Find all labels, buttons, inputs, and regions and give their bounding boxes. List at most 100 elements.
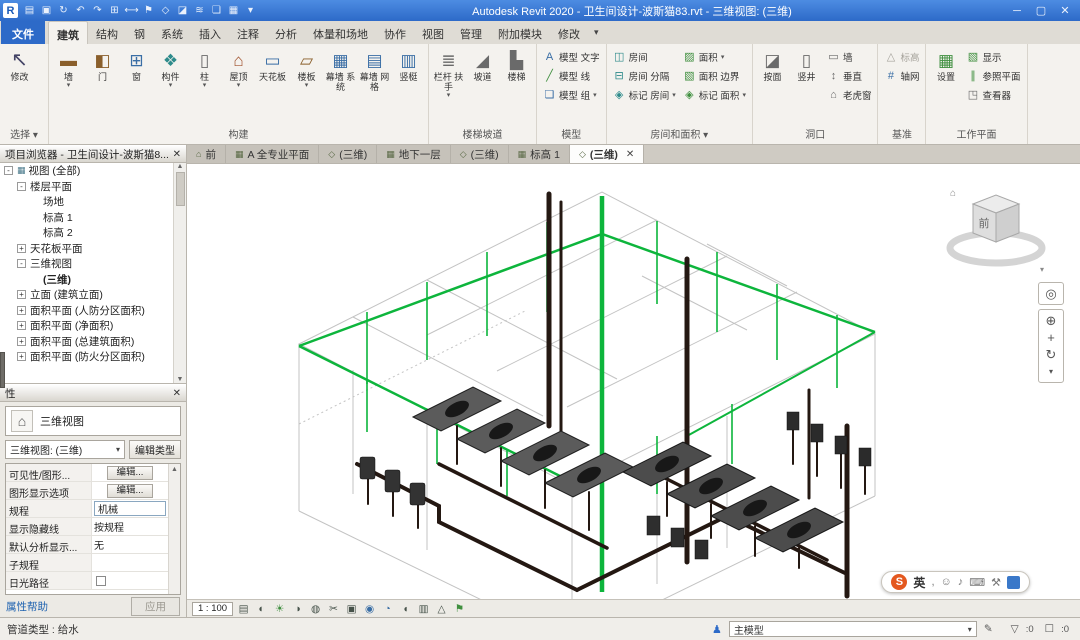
mullion-button[interactable]: ▥竖梃 [392, 47, 425, 89]
view-tab-3d-1[interactable]: ◇(三维) [319, 145, 377, 163]
expander-icon[interactable]: + [17, 244, 26, 253]
tag-area-button[interactable]: ◈标记 面积▾ [680, 85, 749, 104]
panel-caption-select[interactable]: 选择 ▾ [0, 128, 48, 144]
tree-node-3d-views[interactable]: -三维视图 [0, 256, 186, 272]
orbit-icon[interactable]: ↻ [1046, 346, 1057, 363]
view-tab-basement[interactable]: ▦地下一层 [377, 145, 451, 163]
viewcube-menu-icon[interactable]: ▾ [1040, 265, 1044, 274]
ramp-button[interactable]: ◢坡道 [466, 47, 499, 89]
minimize-button[interactable]: ─ [1005, 2, 1029, 19]
tab-addins[interactable]: 附加模块 [490, 21, 550, 44]
exclude-options-icon[interactable]: ▽ [1011, 623, 1019, 635]
tree-node-area-plan-net[interactable]: +面积平面 (净面积) [0, 318, 186, 334]
show-crop-region-icon[interactable]: ▣ [344, 603, 359, 615]
expander-icon[interactable]: - [17, 182, 26, 191]
panel-caption-build[interactable]: 构建 [49, 128, 428, 144]
tree-node-site[interactable]: 场地 [0, 194, 186, 210]
panel-caption-workplane[interactable]: 工作平面 [926, 128, 1026, 144]
panel-caption-model[interactable]: 模型 [537, 128, 606, 144]
tree-node-area-plan-gross[interactable]: +面积平面 (总建筑面积) [0, 334, 186, 350]
expander-icon[interactable]: + [17, 337, 26, 346]
close-view-icon[interactable]: ✕ [626, 149, 634, 160]
print-icon[interactable]: ⊞ [106, 2, 123, 19]
crop-view-icon[interactable]: ✂ [326, 603, 341, 615]
viewcube-front-face[interactable]: 前 [979, 216, 990, 230]
set-workplane-button[interactable]: ▦设置 [929, 47, 962, 82]
pan-icon[interactable]: + [1047, 329, 1055, 346]
ref-plane-button[interactable]: ∥参照平面 [963, 66, 1023, 85]
tab-manage[interactable]: 管理 [452, 21, 490, 44]
save-icon[interactable]: ▣ [38, 2, 55, 19]
tree-node-floor-plans[interactable]: -楼层平面 [0, 179, 186, 195]
section-icon[interactable]: ◪ [174, 2, 191, 19]
component-button[interactable]: ❖构件▾ [154, 47, 187, 89]
emoji-icon[interactable]: ☺ [941, 576, 952, 588]
tab-view[interactable]: 视图 [414, 21, 452, 44]
expander-icon[interactable]: - [4, 166, 13, 175]
maximize-button[interactable]: ▢ [1029, 2, 1053, 19]
tab-annotate[interactable]: 注释 [229, 21, 267, 44]
voice-input-icon[interactable]: ♪ [958, 576, 964, 588]
close-inactive-windows-icon[interactable]: ❏ [208, 2, 225, 19]
workset-combo[interactable]: 主模型▾ [729, 621, 977, 637]
area-button[interactable]: ▨面积▾ [680, 47, 749, 66]
model-line-button[interactable]: ╱模型 线 [540, 66, 603, 85]
properties-header[interactable]: 性 ✕ [0, 384, 186, 402]
view-scale[interactable]: 1 : 100 [192, 602, 233, 616]
wall-button[interactable]: ▬墙▾ [52, 47, 85, 89]
hide-analytical-model-icon[interactable]: △ [434, 603, 449, 615]
type-selector-combo[interactable]: 三维视图: (三维)▾ [5, 440, 125, 459]
temporary-hide-isolate-icon[interactable]: ◔ [380, 603, 395, 615]
properties-help-link[interactable]: 属性帮助 [6, 599, 48, 614]
project-browser-header[interactable]: 项目浏览器 - 卫生间设计-波斯猫8... ✕ [0, 145, 186, 163]
open-icon[interactable]: ▤ [21, 2, 38, 19]
panel-caption-circulation[interactable]: 楼梯坡道 [429, 128, 536, 144]
viewer-button[interactable]: ◳查看器 [963, 85, 1023, 104]
tree-node-views[interactable]: -▦视图 (全部) [0, 163, 186, 179]
door-button[interactable]: ◧门 [86, 47, 119, 89]
tab-file[interactable]: 文件 [1, 21, 45, 44]
ime-skin-icon[interactable] [1007, 576, 1020, 589]
viewcube-home-icon[interactable]: ⌂ [950, 188, 956, 199]
sogou-logo-icon[interactable]: S [891, 574, 907, 590]
ime-toolbox-icon[interactable]: ⚒ [991, 576, 1001, 589]
tab-architecture[interactable]: 建筑 [48, 21, 88, 44]
view-tab-3d-active[interactable]: ◇(三维)✕ [570, 145, 644, 163]
tab-insert[interactable]: 插入 [191, 21, 229, 44]
redo-icon[interactable]: ↷ [89, 2, 106, 19]
tag-icon[interactable]: ⚑ [140, 2, 157, 19]
collapsed-panel-tab[interactable] [0, 352, 5, 388]
navbar-more-icon[interactable]: ▾ [1049, 363, 1053, 380]
floor-button[interactable]: ▱楼板▾ [290, 47, 323, 89]
grid-button[interactable]: #轴网 [881, 66, 922, 85]
tab-analyze[interactable]: 分析 [267, 21, 305, 44]
apply-button[interactable]: 应用 [131, 597, 180, 616]
panel-caption-room-area[interactable]: 房间和面积 ▾ [607, 128, 752, 144]
tab-systems[interactable]: 系统 [153, 21, 191, 44]
view-tab-front[interactable]: ⌂前 [187, 145, 226, 163]
wall-opening-button[interactable]: ▭墙 [824, 47, 875, 66]
steering-wheel-icon[interactable]: ◎ [1045, 285, 1056, 302]
hidden-lines-value[interactable]: 按规程 [92, 518, 168, 535]
revit-logo-icon[interactable]: R [3, 3, 18, 18]
selection-filter-icon[interactable]: ☐ [1045, 623, 1054, 635]
tree-node-elevations[interactable]: +立面 (建筑立面) [0, 287, 186, 303]
visual-style-icon[interactable]: ◐ [254, 603, 269, 615]
modify-button[interactable]: ↖ 修改 [3, 47, 36, 82]
ribbon-options-icon[interactable]: ▾ [594, 27, 599, 38]
editable-only-icon[interactable]: ✎ [984, 623, 993, 635]
edit-visibility-button[interactable]: 编辑... [107, 466, 154, 480]
window-button[interactable]: ⊞窗 [120, 47, 153, 89]
reveal-constraints-icon[interactable]: ⚑ [452, 603, 467, 615]
punctuation-icon[interactable]: , [931, 576, 934, 588]
tree-node-ceiling-plans[interactable]: +天花板平面 [0, 241, 186, 257]
expander-icon[interactable]: - [17, 259, 26, 268]
area-boundary-button[interactable]: ▧面积 边界 [680, 66, 749, 85]
properties-scrollbar[interactable]: ▲ [168, 464, 180, 594]
switch-windows-icon[interactable]: ▦ [225, 2, 242, 19]
sub-discipline-value[interactable] [92, 554, 168, 571]
properties-close-icon[interactable]: ✕ [173, 388, 181, 399]
expander-icon[interactable]: + [17, 290, 26, 299]
measure-icon[interactable]: ⟷ [123, 2, 140, 19]
expander-icon[interactable]: + [17, 306, 26, 315]
